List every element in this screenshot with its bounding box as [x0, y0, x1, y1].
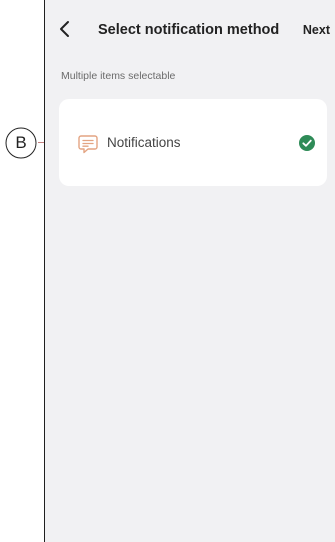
notification-method-card: Notifications: [59, 99, 327, 186]
chevron-left-icon[interactable]: [55, 19, 75, 39]
check-circle-icon[interactable]: [299, 135, 315, 151]
page-title: Select notification method: [98, 22, 280, 38]
next-button[interactable]: Next: [303, 23, 330, 37]
callout-letter: B: [15, 133, 27, 152]
item-label: Notifications: [107, 135, 181, 150]
header-bar: Select notification method Next: [45, 0, 335, 58]
list-item[interactable]: Notifications: [59, 99, 327, 186]
phone-screen: Select notification method Next Multiple…: [44, 0, 335, 542]
selection-hint: Multiple items selectable: [61, 70, 176, 82]
chat-bubble-icon: [78, 135, 98, 154]
